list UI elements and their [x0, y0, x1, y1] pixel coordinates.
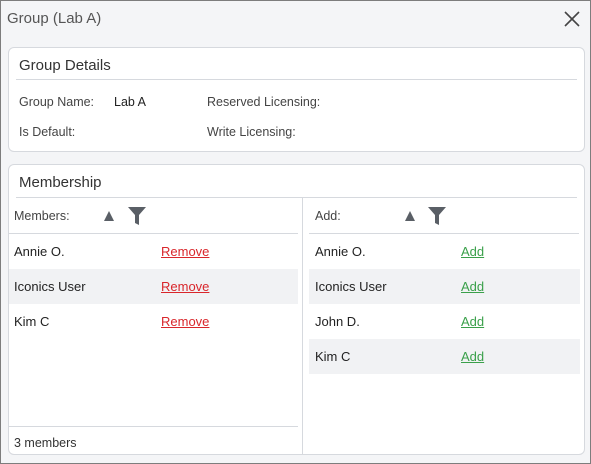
- is-default-label: Is Default:: [19, 125, 76, 139]
- remove-link[interactable]: Remove: [161, 314, 209, 329]
- member-row: Annie O. Remove: [9, 234, 298, 269]
- add-row: Annie O. Add: [309, 234, 580, 269]
- title-bar: Group (Lab A): [1, 1, 590, 39]
- add-row: Iconics User Add: [309, 269, 580, 304]
- add-link[interactable]: Add: [461, 314, 484, 329]
- add-link[interactable]: Add: [461, 349, 484, 364]
- write-licensing-label: Write Licensing:: [207, 125, 296, 139]
- membership-title: Membership: [19, 174, 102, 191]
- filter-icon[interactable]: [127, 206, 147, 226]
- sort-ascending-icon[interactable]: [103, 210, 115, 222]
- user-name: John D.: [315, 314, 360, 329]
- add-link[interactable]: Add: [461, 244, 484, 259]
- group-name-label: Group Name:: [19, 95, 95, 109]
- member-row: Kim C Remove: [9, 304, 298, 339]
- remove-link[interactable]: Remove: [161, 244, 209, 259]
- group-details-panel: Group Details Group Name: Lab A Reserved…: [8, 47, 585, 152]
- sort-ascending-icon[interactable]: [404, 210, 416, 222]
- divider: [16, 79, 577, 80]
- close-icon: [564, 11, 580, 27]
- member-row: Iconics User Remove: [9, 269, 298, 304]
- member-name: Iconics User: [14, 279, 86, 294]
- members-header-label: Members:: [14, 209, 70, 223]
- remove-link[interactable]: Remove: [161, 279, 209, 294]
- add-header-label: Add:: [315, 209, 341, 223]
- add-header: Add:: [309, 198, 579, 234]
- dialog-title: Group (Lab A): [7, 10, 102, 27]
- add-list: Add: Annie O. Add Iconics User Add John …: [302, 198, 585, 455]
- members-list: Members: Annie O. Remove Iconics User Re…: [9, 198, 302, 455]
- user-name: Kim C: [315, 349, 351, 364]
- user-name: Iconics User: [315, 279, 387, 294]
- reserved-licensing-label: Reserved Licensing:: [207, 95, 321, 109]
- add-link[interactable]: Add: [461, 279, 484, 294]
- member-count: 3 members: [14, 436, 77, 450]
- add-row: Kim C Add: [309, 339, 580, 374]
- close-button[interactable]: [560, 7, 584, 31]
- membership-panel: Membership Members: Annie O. Remove Icon…: [8, 164, 585, 455]
- user-name: Annie O.: [315, 244, 366, 259]
- add-row: John D. Add: [309, 304, 580, 339]
- member-name: Kim C: [14, 314, 50, 329]
- members-header: Members:: [9, 198, 298, 234]
- divider: [9, 426, 298, 427]
- member-name: Annie O.: [14, 244, 65, 259]
- group-name-value: Lab A: [114, 95, 146, 109]
- filter-icon[interactable]: [427, 206, 447, 226]
- group-dialog: Group (Lab A) Group Details Group Name: …: [0, 0, 591, 464]
- group-details-title: Group Details: [19, 57, 111, 74]
